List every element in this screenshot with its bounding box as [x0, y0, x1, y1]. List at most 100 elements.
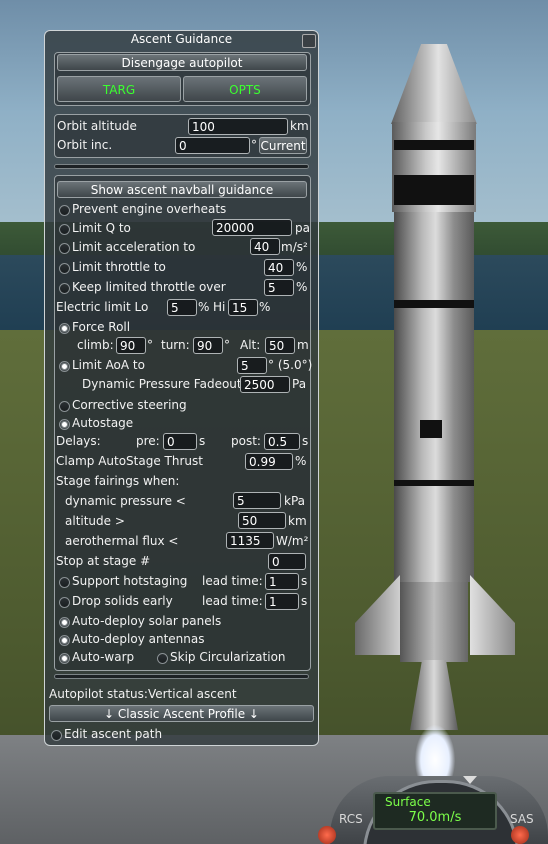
section-divider	[54, 164, 309, 169]
rocket-skirt	[400, 582, 468, 662]
classic-ascent-profile-button[interactable]: ↓ Classic Ascent Profile ↓	[49, 705, 314, 722]
sas-light-icon	[511, 826, 529, 844]
limit-aoa-input[interactable]	[237, 357, 267, 374]
opts-button[interactable]: OPTS	[183, 76, 307, 102]
limit-q-unit: pa	[295, 221, 310, 235]
force-roll-turn-unit: °	[224, 338, 230, 352]
drop-solids-checkbox[interactable]	[59, 597, 70, 608]
delays-pre-unit: s	[199, 434, 206, 448]
force-roll-alt-unit: m	[297, 338, 309, 352]
delays-post-input[interactable]	[264, 433, 300, 450]
force-roll-climb-label: climb:	[77, 338, 114, 352]
clamp-thrust-input[interactable]	[245, 453, 293, 470]
orbit-inc-input[interactable]	[175, 137, 250, 154]
keep-limited-throttle-input[interactable]	[264, 279, 294, 296]
speed-display[interactable]: Surface 70.0m/s	[373, 792, 497, 830]
hotstaging-lead-input[interactable]	[265, 573, 299, 590]
autopilot-status: Autopilot status:Vertical ascent	[49, 687, 237, 701]
hotstaging-lead-unit: s	[301, 574, 308, 588]
orbit-inc-unit: °	[251, 138, 257, 152]
prevent-overheats-label: Prevent engine overheats	[72, 202, 227, 216]
hotstaging-lead-label: lead time:	[202, 574, 263, 588]
keep-limited-throttle-unit: %	[296, 280, 308, 294]
orbit-altitude-unit: km	[290, 119, 309, 133]
ascent-guidance-window: Ascent Guidance Disengage autopilot TARG…	[44, 30, 319, 746]
speed-mode: Surface	[385, 795, 431, 809]
fairing-dyn-pressure-input[interactable]	[233, 492, 281, 509]
solar-panels-label: Auto-deploy solar panels	[72, 614, 222, 628]
autostage-checkbox[interactable]	[59, 419, 70, 430]
fairing-altitude-label: altitude >	[65, 514, 125, 528]
fairing-altitude-input[interactable]	[238, 512, 286, 529]
limit-throttle-checkbox[interactable]	[59, 263, 70, 274]
rocket-stripe	[394, 480, 474, 486]
electric-hi-label: Hi	[213, 300, 226, 314]
stage-fairings-label: Stage fairings when:	[56, 474, 180, 488]
close-icon[interactable]	[302, 34, 316, 48]
corrective-steering-label: Corrective steering	[72, 398, 187, 412]
prevent-overheats-checkbox[interactable]	[59, 205, 70, 216]
limit-aoa-checkbox[interactable]	[59, 361, 70, 372]
fairing-altitude-unit: km	[288, 514, 307, 528]
rocket-stripe	[394, 300, 474, 308]
navball-guidance-button[interactable]: Show ascent navball guidance	[57, 181, 307, 198]
sas-toggle[interactable]: SAS	[510, 812, 534, 826]
autostage-label: Autostage	[72, 416, 134, 430]
orbit-inc-label: Orbit inc.	[57, 138, 113, 152]
force-roll-climb-input[interactable]	[116, 337, 146, 354]
hotstaging-checkbox[interactable]	[59, 577, 70, 588]
antennas-checkbox[interactable]	[59, 635, 70, 646]
section-divider	[54, 674, 309, 679]
force-roll-alt-label: Alt:	[240, 338, 261, 352]
limit-accel-checkbox[interactable]	[59, 243, 70, 254]
delays-post-unit: s	[302, 434, 309, 448]
stop-stage-label: Stop at stage #	[56, 554, 151, 568]
corrective-steering-checkbox[interactable]	[59, 401, 70, 412]
limit-throttle-unit: %	[296, 260, 308, 274]
solar-panels-checkbox[interactable]	[59, 617, 70, 628]
limit-q-checkbox[interactable]	[59, 224, 70, 235]
limit-throttle-input[interactable]	[264, 259, 294, 276]
limit-throttle-label: Limit throttle to	[72, 260, 166, 274]
autowarp-checkbox[interactable]	[59, 653, 70, 664]
fairing-flux-input[interactable]	[226, 532, 274, 549]
electric-hi-input[interactable]	[228, 299, 258, 316]
rocket-tank	[394, 212, 474, 582]
drop-solids-lead-input[interactable]	[265, 593, 299, 610]
skip-circularization-checkbox[interactable]	[157, 653, 168, 664]
electric-lo-input[interactable]	[167, 299, 197, 316]
speed-value: 70.0m/s	[408, 810, 462, 825]
keep-limited-throttle-checkbox[interactable]	[59, 283, 70, 294]
edit-ascent-path-label: Edit ascent path	[64, 727, 163, 741]
force-roll-alt-input[interactable]	[265, 337, 295, 354]
dyn-fadeout-input[interactable]	[240, 376, 290, 393]
electric-limit-label: Electric limit Lo	[56, 300, 149, 314]
limit-accel-label: Limit acceleration to	[72, 240, 196, 254]
disengage-autopilot-button[interactable]: Disengage autopilot	[57, 54, 307, 71]
rcs-toggle[interactable]: RCS	[339, 812, 363, 826]
stop-stage-input[interactable]	[268, 553, 306, 570]
keep-limited-throttle-label: Keep limited throttle over	[72, 280, 226, 294]
navball-collapse-icon[interactable]	[463, 776, 477, 784]
edit-ascent-path-checkbox[interactable]	[51, 730, 62, 741]
orbit-altitude-input[interactable]	[188, 118, 288, 135]
delays-pre-input[interactable]	[163, 433, 197, 450]
limit-aoa-unit: ° (5.0°)	[268, 358, 313, 372]
force-roll-turn-input[interactable]	[193, 337, 223, 354]
electric-lo-unit: %	[198, 300, 210, 314]
current-inclination-button[interactable]: Current	[259, 137, 307, 154]
autowarp-label: Auto-warp	[72, 650, 135, 664]
limit-accel-input[interactable]	[250, 238, 280, 255]
rocket-stripe	[394, 175, 474, 205]
force-roll-turn-label: turn:	[161, 338, 190, 352]
rocket-stripe	[394, 140, 474, 150]
delays-pre-label: pre:	[136, 434, 160, 448]
limit-q-input[interactable]	[212, 219, 292, 236]
targ-button[interactable]: TARG	[57, 76, 181, 102]
autopilot-status-label: Autopilot status:	[49, 687, 148, 701]
force-roll-checkbox[interactable]	[59, 323, 70, 334]
force-roll-label: Force Roll	[72, 320, 131, 334]
drop-solids-label: Drop solids early	[72, 594, 173, 608]
skip-circularization-label: Skip Circularization	[170, 650, 286, 664]
limit-q-label: Limit Q to	[72, 221, 131, 235]
